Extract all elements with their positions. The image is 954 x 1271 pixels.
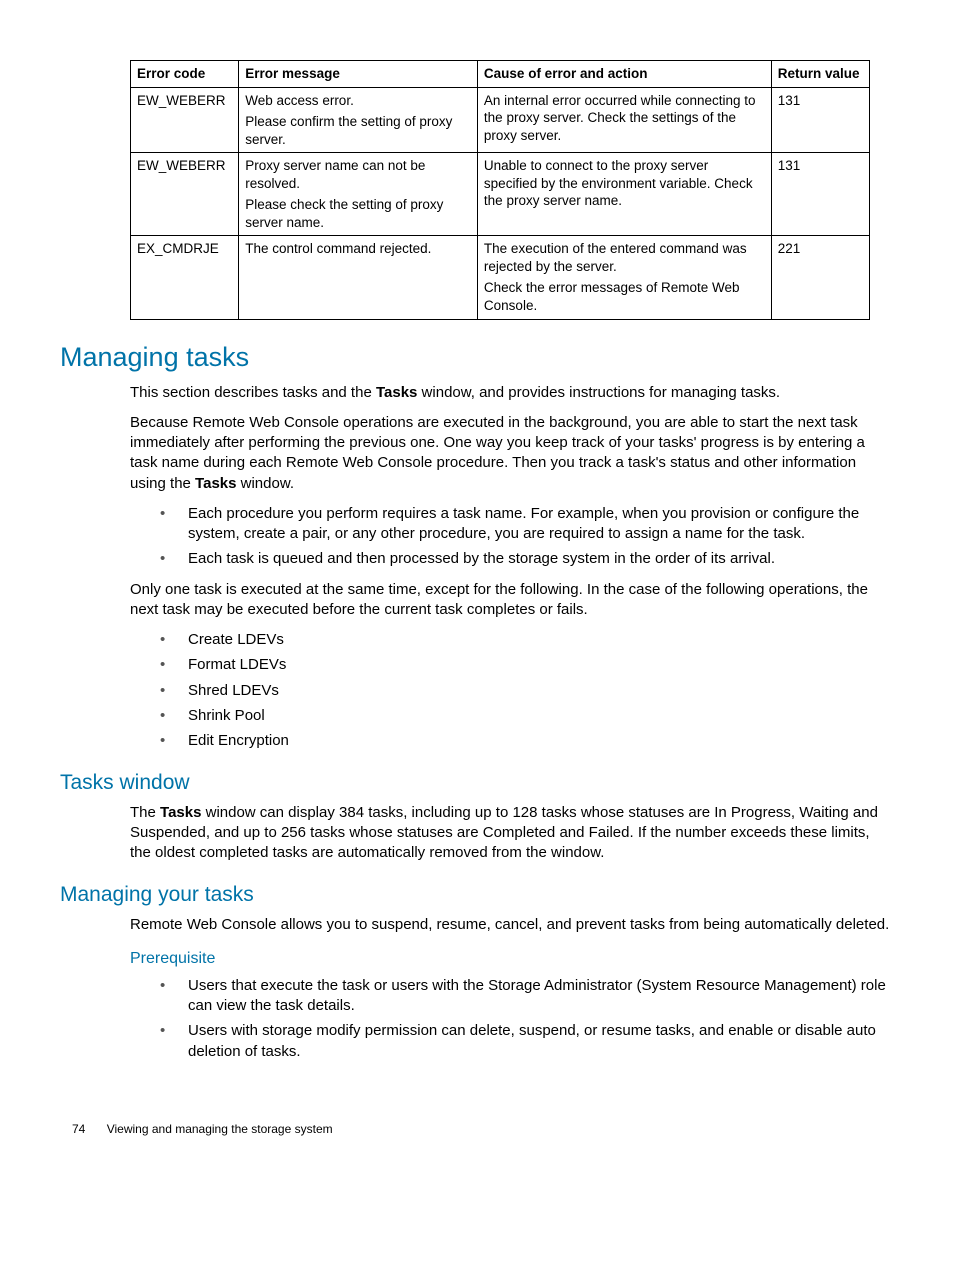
- table-row: EW_WEBERR Proxy server name can not be r…: [131, 153, 870, 236]
- cell-ret: 131: [771, 153, 869, 236]
- list-item: Create LDEVs: [160, 630, 894, 650]
- cell-code: EW_WEBERR: [131, 87, 239, 153]
- heading-tasks-window: Tasks window: [60, 769, 894, 796]
- cell-code: EW_WEBERR: [131, 153, 239, 236]
- cell-cause: Unable to connect to the proxy server sp…: [477, 153, 771, 236]
- cell-cause: The execution of the entered command was…: [477, 236, 771, 319]
- cell-cause-line: Check the error messages of Remote Web C…: [484, 279, 765, 314]
- cell-msg-line: Web access error.: [245, 92, 471, 110]
- list-item: Each procedure you perform requires a ta…: [160, 504, 894, 545]
- cell-msg: Proxy server name can not be resolved. P…: [239, 153, 478, 236]
- tasks-keyword: Tasks: [195, 475, 236, 492]
- list-item: Format LDEVs: [160, 655, 894, 675]
- page-number: 74: [72, 1122, 85, 1138]
- cell-msg: The control command rejected.: [239, 236, 478, 319]
- heading-prerequisite: Prerequisite: [130, 949, 894, 970]
- text: window can display 384 tasks, including …: [130, 804, 878, 862]
- cell-msg-line: The control command rejected.: [245, 240, 471, 258]
- list-item: Each task is queued and then processed b…: [160, 549, 894, 569]
- cell-msg-line: Proxy server name can not be resolved.: [245, 157, 471, 192]
- th-cause-action: Cause of error and action: [477, 61, 771, 88]
- table-row: EW_WEBERR Web access error. Please confi…: [131, 87, 870, 153]
- th-error-code: Error code: [131, 61, 239, 88]
- intro-para-1: This section describes tasks and the Tas…: [130, 383, 894, 403]
- bullet-list-1: Each procedure you perform requires a ta…: [160, 504, 894, 570]
- th-error-message: Error message: [239, 61, 478, 88]
- heading-managing-your-tasks: Managing your tasks: [60, 881, 894, 908]
- text: The: [130, 804, 160, 821]
- text: window.: [236, 475, 294, 492]
- cell-ret: 221: [771, 236, 869, 319]
- cell-cause: An internal error occurred while connect…: [477, 87, 771, 153]
- list-item: Shrink Pool: [160, 706, 894, 726]
- th-return-value: Return value: [771, 61, 869, 88]
- heading-managing-tasks: Managing tasks: [60, 340, 894, 375]
- tasks-keyword: Tasks: [160, 804, 201, 821]
- cell-cause-line: The execution of the entered command was…: [484, 240, 765, 275]
- list-item: Edit Encryption: [160, 731, 894, 751]
- footer-title: Viewing and managing the storage system: [107, 1122, 333, 1136]
- managing-tasks-para: Remote Web Console allows you to suspend…: [130, 915, 894, 935]
- error-code-table: Error code Error message Cause of error …: [130, 60, 870, 320]
- cell-code: EX_CMDRJE: [131, 236, 239, 319]
- tasks-keyword: Tasks: [376, 384, 417, 401]
- bullet-list-prereq: Users that execute the task or users wit…: [160, 976, 894, 1062]
- list-item: Users with storage modify permission can…: [160, 1021, 894, 1062]
- text: window, and provides instructions for ma…: [417, 384, 780, 401]
- cell-msg-line: Please confirm the setting of proxy serv…: [245, 113, 471, 148]
- tasks-window-para: The Tasks window can display 384 tasks, …: [130, 803, 894, 864]
- text: This section describes tasks and the: [130, 384, 376, 401]
- cell-ret: 131: [771, 87, 869, 153]
- para-exceptions: Only one task is executed at the same ti…: [130, 580, 894, 621]
- cell-msg-line: Please check the setting of proxy server…: [245, 196, 471, 231]
- table-row: EX_CMDRJE The control command rejected. …: [131, 236, 870, 319]
- list-item: Shred LDEVs: [160, 681, 894, 701]
- cell-msg: Web access error. Please confirm the set…: [239, 87, 478, 153]
- bullet-list-2: Create LDEVs Format LDEVs Shred LDEVs Sh…: [160, 630, 894, 751]
- list-item: Users that execute the task or users wit…: [160, 976, 894, 1017]
- intro-para-2: Because Remote Web Console operations ar…: [130, 413, 894, 494]
- page-footer: 74 Viewing and managing the storage syst…: [60, 1122, 894, 1138]
